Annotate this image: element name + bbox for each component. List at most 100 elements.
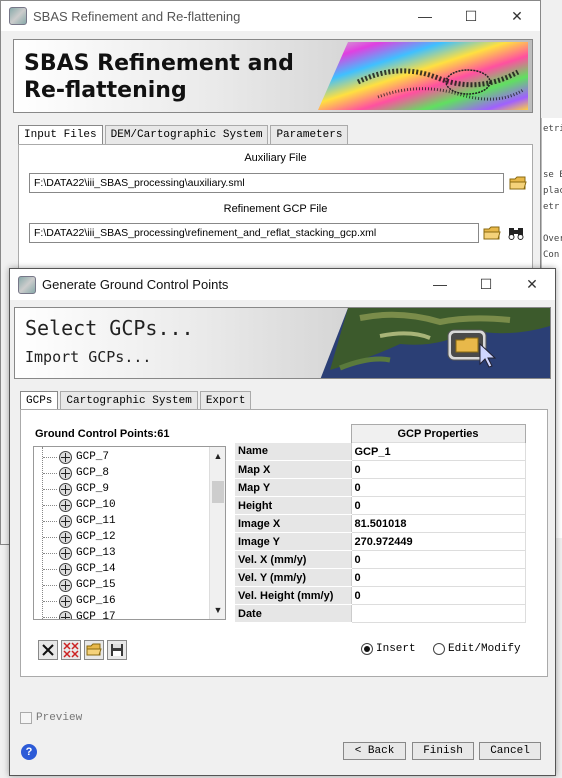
list-item[interactable]: GCP_17 [34, 609, 116, 619]
delete-all-icon [63, 642, 79, 658]
sbas-banner-title: SBAS Refinement and Re-flattening [24, 50, 294, 104]
minimize-button[interactable]: — [402, 1, 448, 31]
save-gcp-file-button[interactable] [107, 640, 127, 660]
prop-value-image-x[interactable]: 81.501018 [350, 514, 526, 533]
open-gcp-file-button[interactable] [84, 640, 104, 660]
gcp-dialog-titlebar[interactable]: Generate Ground Control Points — ☐ ✕ [10, 269, 555, 300]
prop-value-vel-height[interactable]: 0 [350, 586, 526, 605]
list-item[interactable]: GCP_10 [34, 497, 116, 513]
prop-key: Height [235, 496, 352, 515]
close-icon: ✕ [526, 275, 538, 292]
prop-value-vel-y[interactable]: 0 [350, 568, 526, 587]
gcp-node-icon [59, 482, 72, 496]
prop-value-image-y[interactable]: 270.972449 [350, 532, 526, 551]
delete-all-gcps-button[interactable] [61, 640, 81, 660]
sbas-window-title: SBAS Refinement and Re-flattening [33, 8, 241, 24]
gcp-count-value: 61 [157, 428, 170, 440]
gcp-dialog-tabs: GCPs Cartographic System Export [20, 391, 253, 410]
refinement-gcp-input[interactable]: F:\DATA22\iii_SBAS_processing\refinement… [29, 223, 479, 243]
gcp-count-label: Ground Control Points: [35, 428, 158, 440]
gcp-dialog-title: Generate Ground Control Points [42, 277, 229, 292]
folder-icon [483, 226, 501, 240]
edge-text: Over [543, 234, 562, 244]
maximize-icon: ☐ [464, 7, 478, 24]
list-item[interactable]: GCP_8 [34, 465, 109, 481]
interferogram-image [318, 42, 528, 110]
gcp-properties-header: GCP Properties [350, 424, 526, 443]
prop-key: Name [235, 442, 352, 461]
scroll-down-icon[interactable]: ▼ [210, 603, 225, 617]
satellite-image [320, 308, 550, 378]
prop-value-map-x[interactable]: 0 [350, 460, 526, 479]
input-files-panel: Auxiliary File F:\DATA22\iii_SBAS_proces… [18, 144, 533, 274]
list-item[interactable]: GCP_13 [34, 545, 116, 561]
tab-export[interactable]: Export [199, 391, 252, 410]
binoculars-icon [508, 228, 524, 240]
minimize-icon: — [433, 276, 447, 292]
gcp-node-icon [59, 546, 72, 560]
prop-value-date[interactable] [350, 604, 526, 623]
prop-key: Vel. Height (mm/y) [235, 586, 352, 605]
list-item[interactable]: GCP_9 [34, 481, 109, 497]
gcp-tree[interactable]: GCP_7 GCP_8 GCP_9 GCP_10 GCP_11 GCP_12 G… [33, 446, 226, 620]
gcp-browse-button[interactable] [482, 223, 502, 243]
maximize-button[interactable]: ☐ [448, 1, 494, 31]
auxiliary-file-input[interactable]: F:\DATA22\iii_SBAS_processing\auxiliary.… [29, 173, 504, 193]
gcp-tree-scrollbar[interactable]: ▲ ▼ [209, 447, 225, 619]
checkbox-box [20, 712, 32, 724]
list-item[interactable]: GCP_12 [34, 529, 116, 545]
close-button[interactable]: ✕ [509, 269, 555, 299]
edge-text: Con [543, 250, 560, 260]
prop-value-name[interactable]: GCP_1 [350, 442, 526, 461]
gcp-node-icon [59, 466, 72, 480]
mode-edit-radio[interactable]: Edit/Modify [433, 643, 521, 655]
close-button[interactable]: ✕ [494, 1, 540, 31]
tab-parameters[interactable]: Parameters [270, 125, 349, 144]
edge-text: se E [543, 170, 562, 180]
tab-input-files[interactable]: Input Files [18, 125, 103, 144]
cancel-button[interactable]: Cancel [479, 742, 541, 760]
prop-value-height[interactable]: 0 [350, 496, 526, 515]
prop-key: Vel. Y (mm/y) [235, 568, 352, 587]
gcp-node-icon [59, 514, 72, 528]
delete-icon [42, 644, 54, 656]
prop-value-vel-x[interactable]: 0 [350, 550, 526, 569]
prop-value-map-y[interactable]: 0 [350, 478, 526, 497]
finish-button[interactable]: Finish [412, 742, 474, 760]
banner-line-2: Re-flattening [24, 78, 187, 103]
auxiliary-browse-button[interactable] [508, 173, 528, 193]
tab-cartographic-system[interactable]: Cartographic System [60, 391, 198, 410]
preview-checkbox[interactable]: Preview [20, 712, 82, 724]
gcp-view-button[interactable] [506, 223, 526, 243]
help-icon[interactable]: ? [21, 744, 37, 760]
prop-key: Map X [235, 460, 352, 479]
tab-dem-cartographic[interactable]: DEM/Cartographic System [104, 125, 269, 144]
gcp-node-icon [59, 562, 72, 576]
list-item[interactable]: GCP_16 [34, 593, 116, 609]
maximize-icon: ☐ [479, 275, 493, 292]
banner-line-1: SBAS Refinement and [24, 51, 294, 76]
list-item[interactable]: GCP_14 [34, 561, 116, 577]
list-item[interactable]: GCP_15 [34, 577, 116, 593]
close-icon: ✕ [511, 7, 523, 24]
gcp-node-icon [59, 530, 72, 544]
scroll-up-icon[interactable]: ▲ [210, 449, 225, 463]
edge-text: etr [543, 202, 560, 212]
list-item[interactable]: GCP_7 [34, 449, 109, 465]
tab-gcps[interactable]: GCPs [20, 391, 59, 410]
gcp-node-icon [59, 450, 72, 464]
delete-gcp-button[interactable] [38, 640, 58, 660]
mode-insert-radio[interactable]: Insert [361, 643, 416, 655]
list-item[interactable]: GCP_11 [34, 513, 116, 529]
minimize-button[interactable]: — [417, 269, 463, 299]
maximize-button[interactable]: ☐ [463, 269, 509, 299]
gcp-node-icon [59, 594, 72, 608]
prop-key: Image X [235, 514, 352, 533]
scroll-thumb[interactable] [212, 481, 224, 503]
prop-key: Date [235, 604, 352, 623]
app-icon [9, 7, 27, 25]
sbas-titlebar[interactable]: SBAS Refinement and Re-flattening — ☐ ✕ [1, 1, 540, 31]
gcps-panel: Ground Control Points:61 GCP_7 GCP_8 GCP… [20, 409, 548, 677]
back-button[interactable]: < Back [343, 742, 406, 760]
gcp-node-icon [59, 610, 72, 619]
